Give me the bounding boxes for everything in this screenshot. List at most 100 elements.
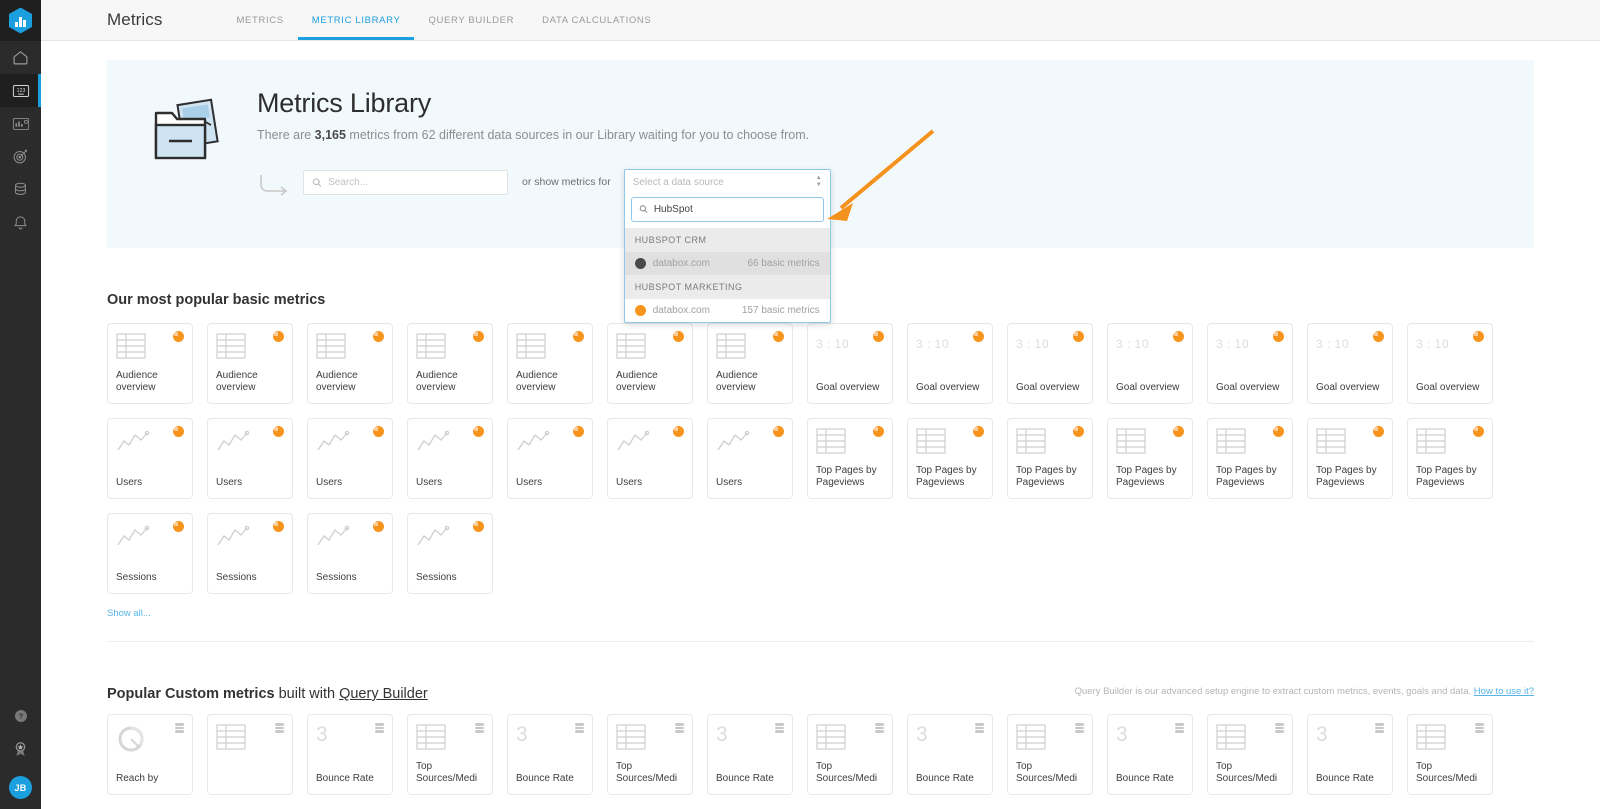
- datasource-option-hubspot-crm[interactable]: databox.com 66 basic metrics: [625, 252, 830, 275]
- query-builder-link[interactable]: Query Builder: [339, 686, 428, 702]
- table-glyph-icon: [916, 428, 946, 456]
- metric-card-label: Audience overview: [316, 370, 384, 394]
- help-button[interactable]: ?: [0, 699, 41, 732]
- metric-card[interactable]: Top Sources/Medi: [407, 714, 493, 795]
- metric-card[interactable]: Sessions: [107, 513, 193, 594]
- metric-card[interactable]: Top Sources/Medi: [1407, 714, 1493, 795]
- metric-card-label: Bounce Rate: [316, 773, 384, 785]
- metric-card[interactable]: Sessions: [407, 513, 493, 594]
- hero-metric-count: 3,165: [315, 128, 346, 142]
- table-glyph-icon: [416, 724, 446, 752]
- metric-card[interactable]: Users: [607, 418, 693, 499]
- metric-card[interactable]: Top Sources/Medi: [1207, 714, 1293, 795]
- metric-card-label: Top Pages by Pageviews: [816, 465, 884, 489]
- metric-card[interactable]: 3 : 10Goal overview: [1207, 323, 1293, 404]
- metric-card[interactable]: Top Sources/Medi: [807, 714, 893, 795]
- metric-card-label: Audience overview: [716, 370, 784, 394]
- metric-card-label: Goal overview: [1316, 382, 1384, 394]
- svg-text:?: ?: [18, 711, 23, 720]
- metric-card-label: Top Pages by Pageviews: [1216, 465, 1284, 489]
- datasource-option-meta: 66 basic metrics: [747, 258, 819, 269]
- table-glyph-icon: [1016, 724, 1046, 752]
- metric-card[interactable]: Top Pages by Pageviews: [1107, 418, 1193, 499]
- metric-card[interactable]: Users: [107, 418, 193, 499]
- metric-card[interactable]: Sessions: [307, 513, 393, 594]
- metric-card[interactable]: Users: [307, 418, 393, 499]
- metric-card[interactable]: 3 : 10Goal overview: [1407, 323, 1493, 404]
- metric-card-label: Goal overview: [816, 382, 884, 394]
- datasource-selector-wrap: Select a data source ▲▼ Select a data so…: [625, 170, 830, 195]
- metric-card[interactable]: 3 : 10Goal overview: [1107, 323, 1193, 404]
- datasource-search-input[interactable]: [654, 204, 816, 215]
- metric-card[interactable]: Top Pages by Pageviews: [907, 418, 993, 499]
- tab-query-builder[interactable]: QUERY BUILDER: [414, 0, 528, 40]
- metric-card[interactable]: Audience overview: [507, 323, 593, 404]
- search-input[interactable]: [328, 177, 499, 188]
- avatar[interactable]: JB: [9, 776, 32, 799]
- metric-card[interactable]: Users: [407, 418, 493, 499]
- metric-card[interactable]: 3 : 10Goal overview: [1007, 323, 1093, 404]
- metric-card[interactable]: Audience overview: [107, 323, 193, 404]
- metric-card[interactable]: 3Bounce Rate: [507, 714, 593, 795]
- metric-card[interactable]: Audience overview: [407, 323, 493, 404]
- achievements-button[interactable]: [0, 732, 41, 765]
- sidebar-item-databoards[interactable]: [0, 107, 41, 140]
- tab-metric-library[interactable]: METRIC LIBRARY: [298, 0, 415, 40]
- metric-card[interactable]: Top Sources/Medi: [607, 714, 693, 795]
- datasource-badge-icon: [373, 426, 384, 437]
- database-badge-icon: [1475, 723, 1484, 733]
- main-content: Metrics METRICS METRIC LIBRARY QUERY BUI…: [41, 0, 1600, 809]
- metric-card-label: Sessions: [316, 572, 384, 584]
- metric-card[interactable]: Top Pages by Pageviews: [1007, 418, 1093, 499]
- database-badge-icon: [1175, 723, 1184, 733]
- metric-card[interactable]: Top Sources/Medi: [1007, 714, 1093, 795]
- metric-card[interactable]: Users: [707, 418, 793, 499]
- sidebar-item-goals[interactable]: [0, 140, 41, 173]
- database-badge-icon: [575, 723, 584, 733]
- databox-logo[interactable]: [0, 0, 41, 41]
- tab-metrics[interactable]: METRICS: [222, 0, 297, 40]
- metric-card-label: Top Pages by Pageviews: [916, 465, 984, 489]
- target-icon: [12, 148, 29, 165]
- metric-card[interactable]: 3 Bounce Rate: [307, 714, 393, 795]
- metric-card-glyph: 3: [316, 724, 384, 758]
- metric-card[interactable]: Audience overview: [707, 323, 793, 404]
- datasource-dropdown-header[interactable]: Select a data source ▲▼: [625, 170, 830, 195]
- metric-card[interactable]: 3 : 10Goal overview: [907, 323, 993, 404]
- metric-card[interactable]: 3Bounce Rate: [1307, 714, 1393, 795]
- metric-card[interactable]: Sessions: [207, 513, 293, 594]
- metric-card-label: Users: [416, 477, 484, 489]
- datasource-option-hubspot-marketing[interactable]: databox.com 157 basic metrics: [625, 299, 830, 322]
- metric-card[interactable]: Top Pages by Pageviews: [807, 418, 893, 499]
- metric-card[interactable]: 3Bounce Rate: [907, 714, 993, 795]
- metric-card[interactable]: [207, 714, 293, 795]
- how-to-use-link[interactable]: How to use it?: [1474, 686, 1534, 697]
- datasource-search-box[interactable]: [631, 197, 824, 222]
- sidebar-item-metrics[interactable]: 123: [0, 74, 41, 107]
- metric-card[interactable]: Audience overview: [207, 323, 293, 404]
- metric-card[interactable]: Top Pages by Pageviews: [1407, 418, 1493, 499]
- datasource-badge-icon: [673, 426, 684, 437]
- award-badge-icon: [12, 740, 29, 758]
- sidebar-item-alerts[interactable]: [0, 206, 41, 239]
- sidebar-item-home[interactable]: [0, 41, 41, 74]
- metric-card[interactable]: Reach by: [107, 714, 193, 795]
- show-all-link[interactable]: Show all...: [107, 608, 1600, 619]
- sidebar-item-datasources[interactable]: [0, 173, 41, 206]
- metric-card[interactable]: Top Pages by Pageviews: [1207, 418, 1293, 499]
- metric-card[interactable]: 3 : 10Goal overview: [1307, 323, 1393, 404]
- metric-card-glyph: 3: [516, 724, 584, 758]
- metric-search-box[interactable]: [303, 170, 508, 195]
- metric-card[interactable]: Audience overview: [607, 323, 693, 404]
- query-builder-note-text: Query Builder is our advanced setup engi…: [1075, 686, 1474, 697]
- metric-card[interactable]: Users: [507, 418, 593, 499]
- metric-card[interactable]: Users: [207, 418, 293, 499]
- metric-card[interactable]: 3Bounce Rate: [1107, 714, 1193, 795]
- metric-card[interactable]: Audience overview: [307, 323, 393, 404]
- tab-data-calculations[interactable]: DATA CALCULATIONS: [528, 0, 665, 40]
- metric-card[interactable]: 3 : 10Goal overview: [807, 323, 893, 404]
- metric-card[interactable]: 3Bounce Rate: [707, 714, 793, 795]
- page-title: Metrics: [107, 10, 162, 30]
- metric-card[interactable]: Top Pages by Pageviews: [1307, 418, 1393, 499]
- metric-card-glyph: [1416, 724, 1484, 758]
